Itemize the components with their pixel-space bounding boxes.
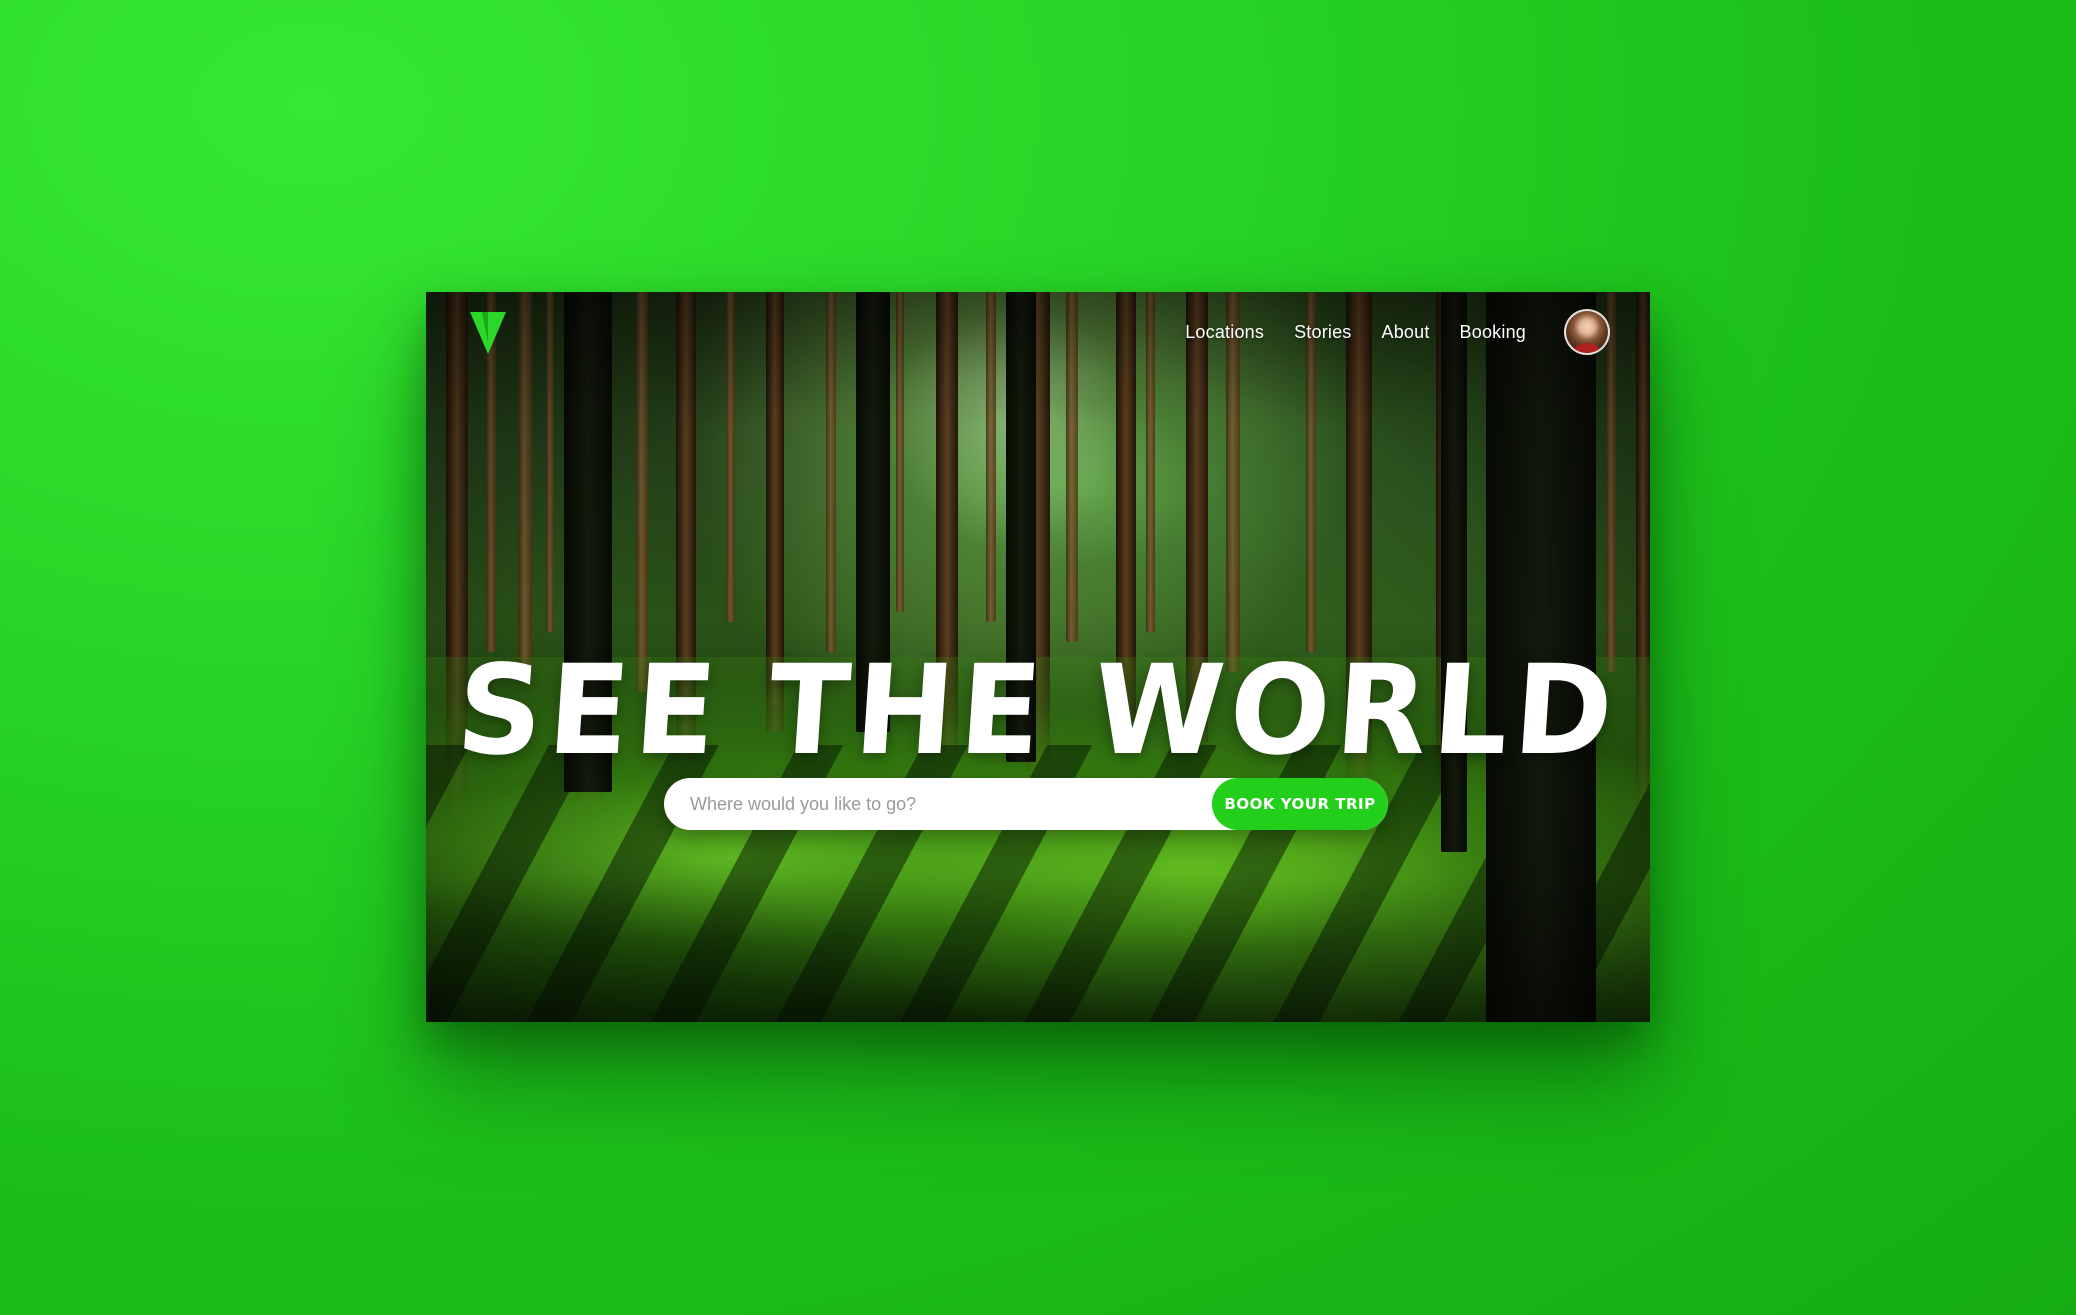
website-preview: Locations Stories About Booking SEE THE …: [426, 292, 1650, 1022]
book-your-trip-button[interactable]: BOOK YOUR TRIP: [1212, 778, 1388, 830]
leaf-triangle-logo-icon[interactable]: [470, 312, 506, 354]
hero-title: SEE THE WORLD: [452, 637, 1624, 783]
avatar-shirt: [1574, 343, 1600, 353]
nav-link-booking[interactable]: Booking: [1460, 322, 1526, 343]
destination-search-input[interactable]: [664, 778, 1212, 830]
nav-link-locations[interactable]: Locations: [1185, 322, 1264, 343]
nav-link-about[interactable]: About: [1382, 322, 1430, 343]
user-avatar[interactable]: [1564, 309, 1610, 355]
nav-link-stories[interactable]: Stories: [1294, 322, 1351, 343]
top-navigation: Locations Stories About Booking: [1185, 292, 1650, 372]
search-bar: BOOK YOUR TRIP: [664, 778, 1388, 830]
